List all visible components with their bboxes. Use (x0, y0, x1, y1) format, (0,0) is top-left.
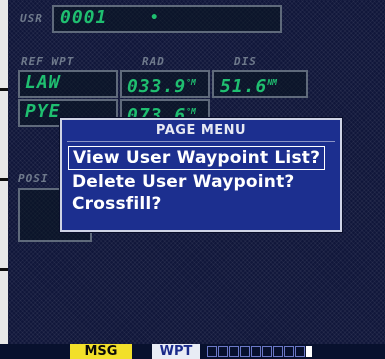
position-label: POSI (18, 172, 49, 185)
dis-field-1[interactable]: 51.6NM (212, 70, 308, 98)
page-indicator-box (229, 346, 239, 357)
dis-unit: NM (267, 78, 277, 87)
rad-unit: °M (186, 78, 196, 87)
page-indicator-active (306, 346, 312, 357)
page-menu-title: PAGE MENU (155, 123, 247, 138)
bezel-tick (0, 178, 8, 181)
gps-screen: USR 0001 • REF WPT RAD DIS LAW 033.9°M 5… (8, 0, 385, 344)
bezel-tick (0, 88, 8, 91)
rad-unit: °M (186, 107, 196, 116)
menu-item-view-user-waypoint-list[interactable]: View User Waypoint List? (68, 146, 326, 170)
rad-header: RAD (142, 55, 165, 68)
page-indicator-box (262, 346, 272, 357)
status-bar: MSG WPT (0, 344, 385, 359)
waypoint-id-value: 0001 (60, 7, 108, 28)
dis-header: DIS (234, 55, 257, 68)
bezel-tick (0, 268, 8, 271)
rad-field-1[interactable]: 033.9°M (120, 70, 210, 98)
page-indicator-box (273, 346, 283, 357)
ref-wpt-value: PYE (25, 101, 61, 122)
page-indicator-box (284, 346, 294, 357)
page-menu-divider (67, 141, 335, 142)
page-indicator-box (218, 346, 228, 357)
ref-wpt-field-1[interactable]: LAW (18, 70, 118, 98)
menu-item-crossfill[interactable]: Crossfill? (72, 193, 162, 215)
page-indicator (207, 346, 312, 357)
dis-value: 51.6 (220, 76, 268, 97)
page-indicator-box (251, 346, 261, 357)
rad-value: 033.9 (127, 76, 187, 97)
usr-label: USR (20, 12, 43, 25)
mode-annunciator: WPT (152, 344, 200, 359)
waypoint-id-field[interactable]: 0001 • (52, 5, 282, 33)
ref-wpt-value: LAW (25, 72, 61, 93)
waypoint-symbol-icon: • (150, 10, 160, 26)
page-indicator-box (207, 346, 217, 357)
page-menu-popup: PAGE MENU View User Waypoint List? Delet… (60, 118, 342, 232)
menu-item-delete-user-waypoint[interactable]: Delete User Waypoint? (72, 171, 294, 193)
ref-wpt-header: REF WPT (21, 55, 75, 68)
msg-annunciator[interactable]: MSG (70, 344, 132, 359)
page-indicator-box (240, 346, 250, 357)
page-indicator-box (295, 346, 305, 357)
